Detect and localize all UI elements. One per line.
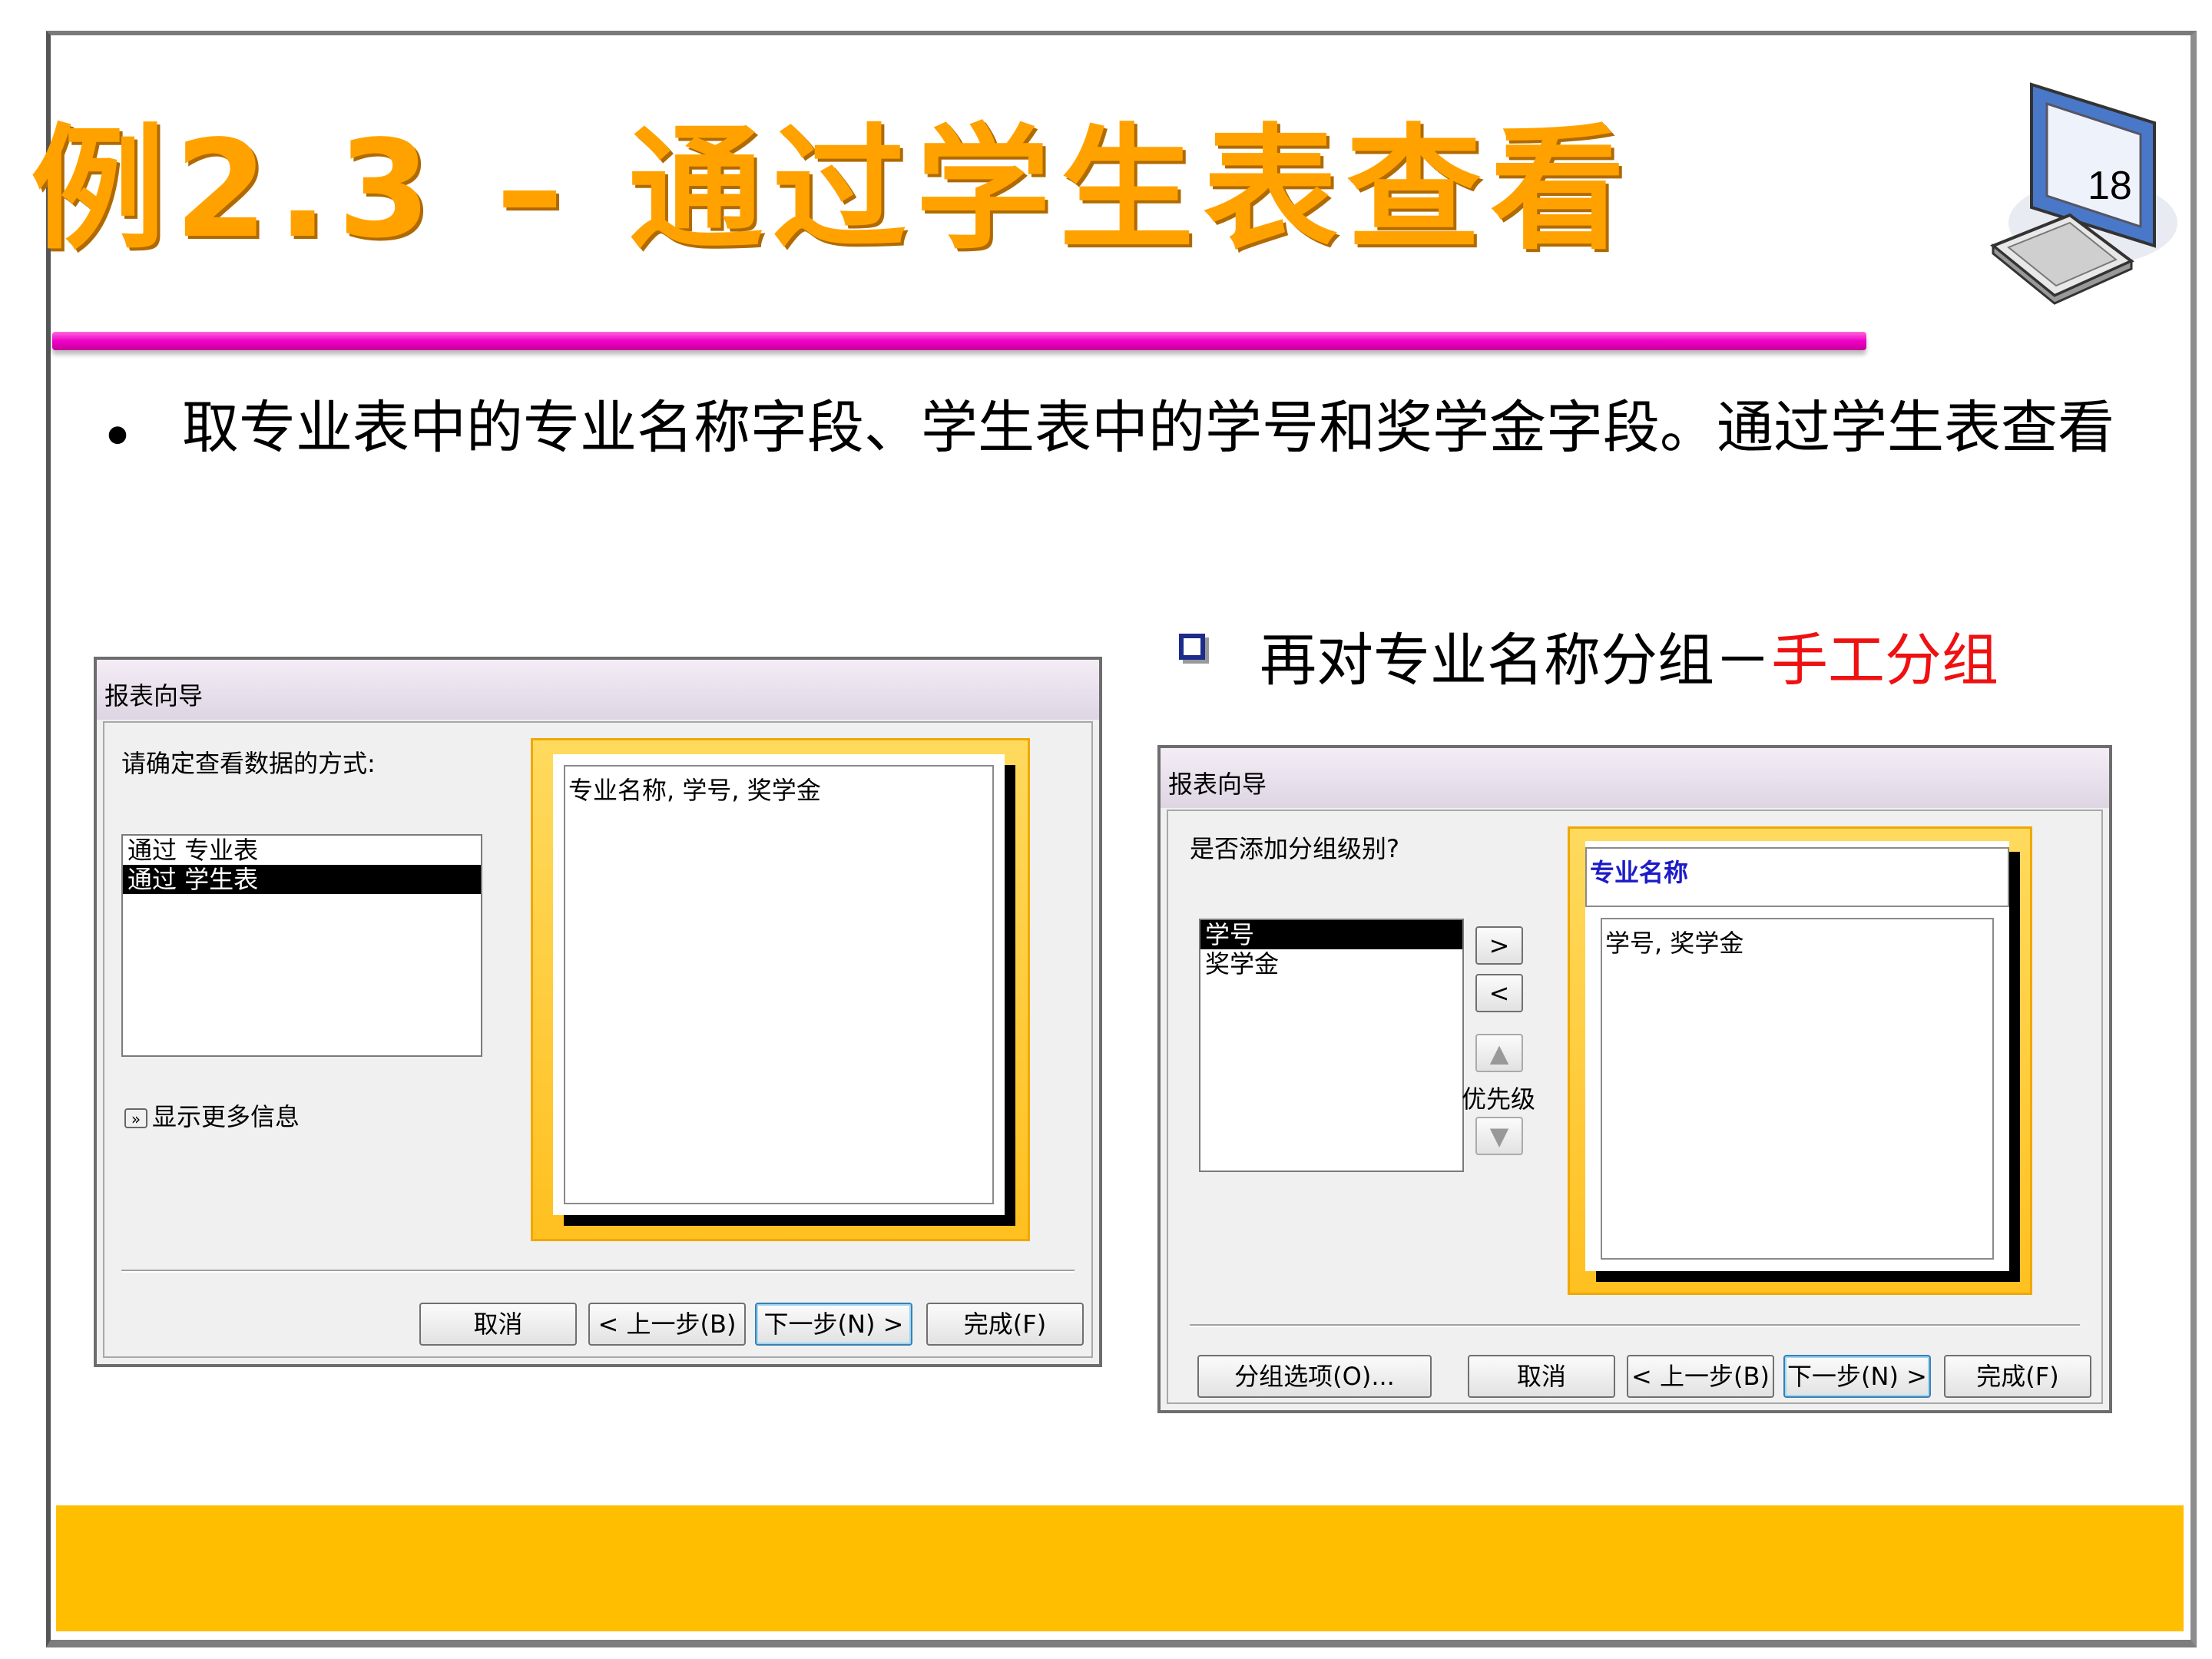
expand-icon: » (124, 1108, 147, 1128)
list-item[interactable]: 奖学金 (1200, 949, 1462, 979)
grouping-prompt-label: 是否添加分组级别? (1190, 834, 1399, 863)
preview-page: 专业名称, 学号, 奖学金 (553, 754, 1005, 1215)
dialog-title: 报表向导 (97, 660, 1099, 720)
cancel-button[interactable]: 取消 (419, 1303, 577, 1346)
finish-button[interactable]: 完成(F) (1944, 1355, 2091, 1398)
square-bullet-icon (1179, 634, 1205, 660)
report-wizard-dialog-grouping: 报表向导 是否添加分组级别? 学号 奖学金 > < ▲ 优先级 ▼ 专业名称 学… (1157, 745, 2112, 1413)
sub-bullet-prefix: 再对专业名称分组－ (1260, 628, 1771, 694)
priority-label: 优先级 (1462, 1084, 1536, 1114)
show-more-info-link[interactable]: » 显示更多信息 (124, 1098, 300, 1133)
bullet-dot: • (100, 403, 136, 472)
preview-page: 专业名称 学号, 奖学金 (1585, 841, 2009, 1271)
group-header-field: 专业名称 (1585, 847, 2009, 907)
remove-group-button[interactable]: < (1475, 974, 1523, 1012)
sub-bullet: 再对专业名称分组－手工分组 (1260, 614, 1998, 697)
dialog-separator (1190, 1324, 2080, 1327)
list-item-selected[interactable]: 学号 (1200, 920, 1462, 949)
next-button[interactable]: 下一步(N) > (755, 1303, 912, 1346)
priority-down-button[interactable]: ▼ (1475, 1117, 1523, 1155)
back-button[interactable]: < 上一步(B) (1627, 1355, 1774, 1398)
priority-up-button[interactable]: ▲ (1475, 1034, 1523, 1072)
dialog-separator (121, 1270, 1075, 1273)
group-options-button[interactable]: 分组选项(O)... (1197, 1355, 1432, 1398)
add-group-button[interactable]: > (1475, 926, 1523, 965)
next-button[interactable]: 下一步(N) > (1783, 1355, 1931, 1398)
dialog-title: 报表向导 (1161, 748, 2109, 808)
finish-button[interactable]: 完成(F) (926, 1303, 1084, 1346)
footer-band (56, 1505, 2184, 1631)
slide-number: 18 (2088, 164, 2132, 208)
view-prompt-label: 请确定查看数据的方式: (121, 749, 376, 778)
list-item-selected[interactable]: 通过 学生表 (123, 865, 481, 894)
cancel-button[interactable]: 取消 (1468, 1355, 1615, 1398)
preview-frame: 专业名称, 学号, 奖学金 (531, 738, 1030, 1241)
sub-bullet-highlight: 手工分组 (1771, 628, 1998, 694)
detail-field-list: 学号, 奖学金 (1601, 918, 1994, 1260)
slide-title: 例2.3 – 通过学生表查看 (31, 112, 1634, 268)
view-options-list[interactable]: 通过 专业表 通过 学生表 (121, 834, 482, 1057)
bullet-text: 取专业表中的专业名称字段、学生表中的学号和奖学金字段。通过学生表查看 (182, 395, 2114, 461)
preview-frame: 专业名称 学号, 奖学金 (1568, 826, 2032, 1295)
show-more-label: 显示更多信息 (152, 1102, 300, 1131)
computer-icon (1990, 82, 2177, 305)
list-item[interactable]: 通过 专业表 (123, 836, 481, 865)
title-underline-bar (52, 332, 1866, 350)
back-button[interactable]: < 上一步(B) (588, 1303, 746, 1346)
report-wizard-dialog-view: 报表向导 请确定查看数据的方式: 通过 专业表 通过 学生表 » 显示更多信息 专… (94, 657, 1102, 1367)
preview-field-list: 专业名称, 学号, 奖学金 (564, 765, 994, 1204)
available-fields-list[interactable]: 学号 奖学金 (1199, 919, 1464, 1172)
dialog-body: 是否添加分组级别? 学号 奖学金 > < ▲ 优先级 ▼ 专业名称 学号, 奖学… (1167, 810, 2103, 1404)
dialog-body: 请确定查看数据的方式: 通过 专业表 通过 学生表 » 显示更多信息 专业名称, … (103, 721, 1093, 1358)
